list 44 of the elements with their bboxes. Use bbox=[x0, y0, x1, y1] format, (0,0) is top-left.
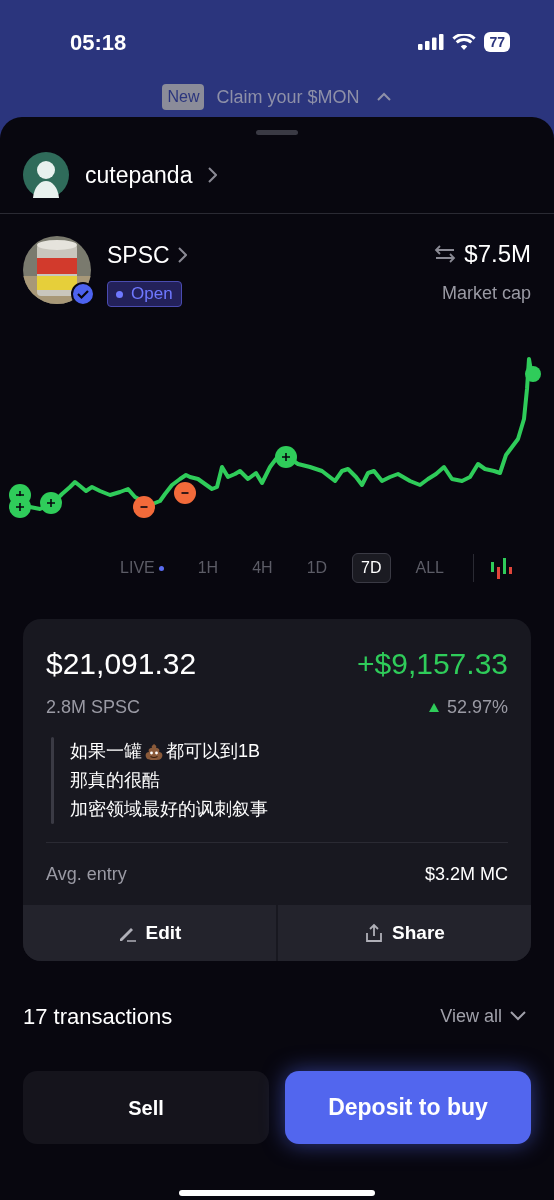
sell-button[interactable]: Sell bbox=[23, 1071, 269, 1144]
transactions-count: 17 transactions bbox=[23, 1002, 173, 1031]
sell-marker[interactable] bbox=[133, 496, 155, 518]
buy-marker[interactable] bbox=[9, 496, 31, 518]
user-avatar bbox=[23, 152, 69, 198]
token-symbol-link[interactable]: SPSC bbox=[107, 238, 170, 273]
sell-marker[interactable] bbox=[174, 482, 196, 504]
swap-icon[interactable] bbox=[434, 244, 457, 264]
note-text: 都可以到1B bbox=[166, 740, 261, 763]
status-badge: Open bbox=[107, 281, 182, 307]
candlestick-icon[interactable] bbox=[490, 557, 514, 579]
share-button[interactable]: Share bbox=[278, 905, 531, 961]
note-text: 那真的很酷 bbox=[70, 769, 160, 792]
signal-icon bbox=[418, 34, 445, 50]
drag-handle[interactable] bbox=[256, 130, 298, 135]
profit-value: +$9,157.33 bbox=[357, 646, 508, 682]
current-price-dot bbox=[525, 366, 541, 382]
view-all-link[interactable]: View all bbox=[440, 1002, 502, 1030]
wifi-icon bbox=[452, 33, 477, 51]
note-text: 加密领域最好的讽刺叙事 bbox=[70, 798, 268, 821]
buy-marker[interactable] bbox=[275, 446, 297, 468]
position-value: $21,091.32 bbox=[46, 646, 197, 682]
deposit-button[interactable]: Deposit to buy bbox=[285, 1071, 531, 1144]
new-badge: New bbox=[162, 84, 205, 110]
market-cap-label: Market cap bbox=[441, 282, 531, 305]
username-link[interactable]: cutepanda bbox=[85, 157, 193, 193]
market-cap-value: $7.5M bbox=[464, 239, 531, 269]
profit-percent: 52.97% bbox=[446, 696, 508, 719]
chevron-right-icon[interactable] bbox=[208, 167, 218, 183]
claim-link[interactable]: Claim your $MON bbox=[216, 83, 360, 111]
battery-level: 77 bbox=[484, 32, 510, 52]
status-time: 05:18 bbox=[70, 28, 127, 57]
time-range-tab[interactable]: 7D bbox=[352, 553, 391, 583]
poop-icon bbox=[144, 742, 164, 761]
note-text: 如果一罐 bbox=[70, 740, 142, 763]
chevron-up-icon[interactable] bbox=[375, 92, 392, 102]
chevron-down-icon[interactable] bbox=[510, 1011, 526, 1021]
edit-button[interactable]: Edit bbox=[23, 905, 276, 961]
avg-entry-value: $3.2M MC bbox=[424, 862, 508, 886]
buy-marker[interactable] bbox=[40, 492, 62, 514]
avg-entry-label: Avg. entry bbox=[46, 862, 127, 886]
token-amount: 2.8M SPSC bbox=[46, 696, 141, 719]
chevron-right-icon[interactable] bbox=[177, 247, 187, 264]
share-icon bbox=[364, 923, 385, 943]
